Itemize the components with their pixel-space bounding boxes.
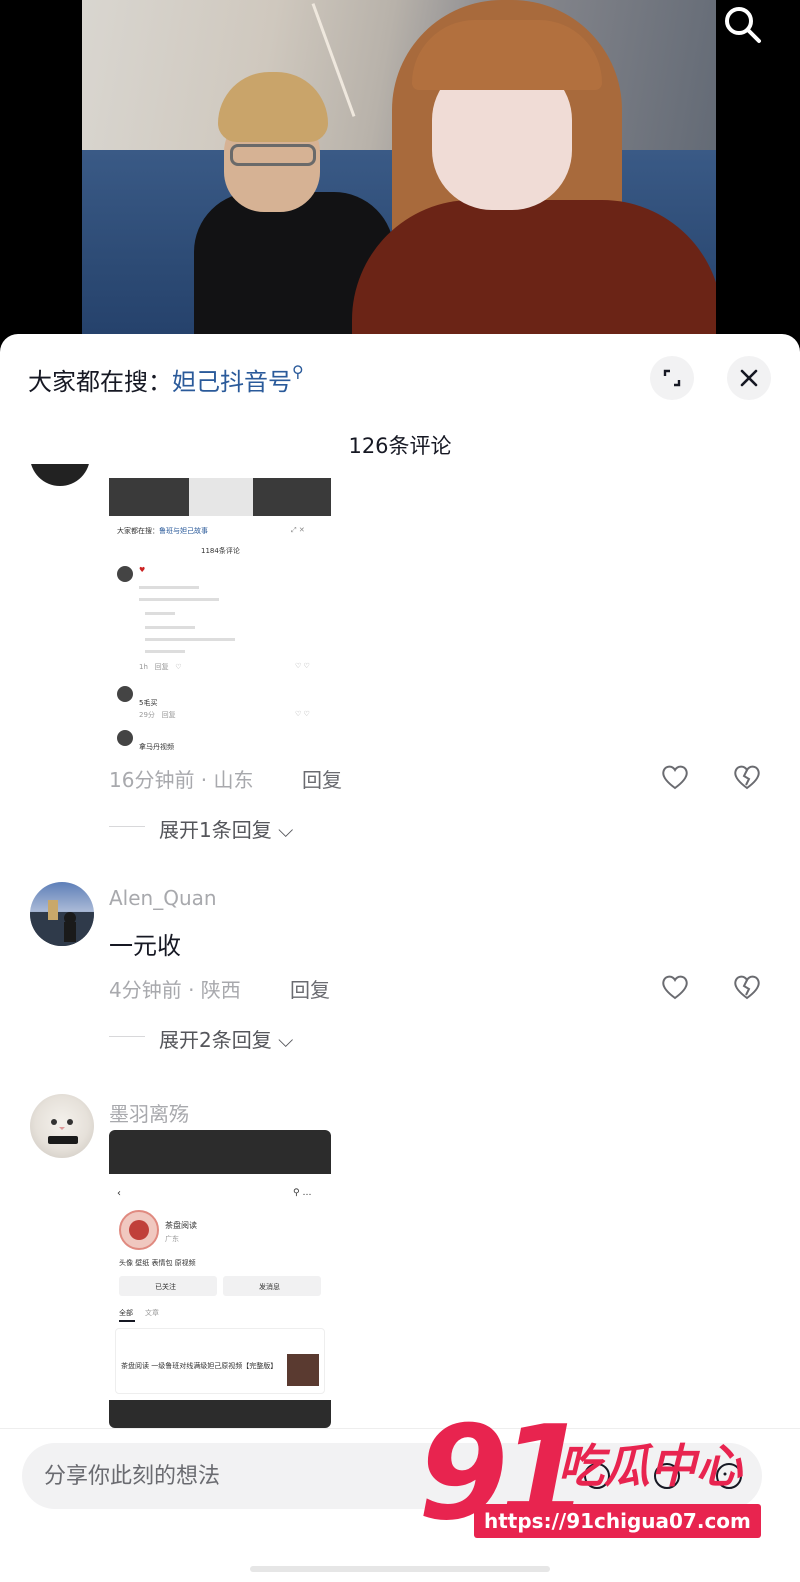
close-button[interactable] [727,356,771,400]
video-person-girl [352,0,716,345]
search-small-icon: ⚲ [292,362,304,381]
avatar-image [30,900,94,946]
expand-divider [109,826,145,827]
watermark-logo: 91 吃瓜中心 https://91chigua07.com [418,1408,778,1558]
expand-divider [109,1036,145,1037]
sheet-header: 大家都在搜：妲己抖音号⚲ [0,334,800,430]
image-comment-text-2: 拿马丹视频 [139,743,174,751]
image-comment-count: 1184条评论 [201,547,240,555]
chevron-down-icon: ⌵ [278,1028,294,1052]
image-post-text: 茶盘阅读 一级鲁班对线满级妲己原视频【完整版】 [121,1362,278,1370]
avatar-image [48,1119,78,1144]
expand-replies-button[interactable]: 展开1条回复 ⌵ [159,814,293,843]
avatar[interactable] [30,464,90,486]
comment-username[interactable]: 墨羽离殇 [109,1098,189,1127]
search-icon[interactable] [720,2,764,46]
video-player[interactable] [0,0,800,350]
comment-username[interactable]: Alen_Quan [109,886,217,910]
like-icon[interactable] [660,762,690,792]
comment-text: 一元收 [109,932,181,960]
search-suggestion-prefix: 大家都在搜： [28,368,172,396]
image-search-keyword: 鲁班与妲己故事 [159,527,208,535]
image-tab-all: 全部 [119,1309,133,1317]
expand-replies-label: 展开2条回复 [159,1028,272,1052]
chevron-down-icon: ⌵ [278,818,294,842]
image-tab-text: 文章 [145,1309,159,1317]
comment-list[interactable]: 大家都在搜：鲁班与妲己故事 ⤢ ✕ 1184条评论 ♥ 1h 回复 ♡ ♡ ♡ … [0,464,800,1444]
image-account-name: 茶盘阅读 [165,1221,197,1230]
comment-image[interactable]: 大家都在搜：鲁班与妲己故事 ⤢ ✕ 1184条评论 ♥ 1h 回复 ♡ ♡ ♡ … [109,478,331,764]
comment-time-location: 16分钟前 · 山东 [109,768,254,792]
image-search-prefix: 大家都在搜： [117,527,159,535]
home-indicator [250,1566,550,1572]
expand-replies-label: 展开1条回复 [159,818,272,842]
image-message-label: 发消息 [259,1283,280,1291]
image-follow-label: 已关注 [155,1283,176,1291]
dislike-icon[interactable] [732,762,762,792]
image-comment-meta: 回复 [161,711,176,719]
image-comment-text-1: 5毛买 [139,699,158,707]
search-suggestion[interactable]: 大家都在搜：妲己抖音号⚲ [28,362,304,397]
watermark-name: 吃瓜中心 [558,1439,742,1493]
dislike-icon[interactable] [732,972,762,1002]
reply-button[interactable]: 回复 [302,764,342,793]
comment-time-location: 4分钟前 · 陕西 [109,978,241,1002]
search-suggestion-keyword[interactable]: 妲己抖音号 [172,368,292,396]
expand-replies-button[interactable]: 展开2条回复 ⌵ [159,1024,293,1053]
expand-icon [663,369,681,387]
avatar[interactable] [30,882,94,946]
comment-image[interactable]: ‹ ⚲ … 茶盘阅读 广东 头像 壁纸 表情包 原视频 已关注 发消息 全部 文… [109,1130,331,1428]
image-account-tags: 头像 壁纸 表情包 原视频 [119,1259,196,1267]
like-icon[interactable] [660,972,690,1002]
comment-count: 126条评论 [348,434,452,458]
comment-sheet: 大家都在搜：妲己抖音号⚲ 126条评论 大家都在搜：鲁班与妲己故事 ⤢ ✕ 11… [0,334,800,1582]
close-icon [740,369,758,387]
watermark-url: https://91chigua07.com [474,1504,761,1538]
reply-button[interactable]: 回复 [290,974,330,1003]
avatar[interactable] [30,1094,94,1158]
video-frame [82,0,716,345]
expand-button[interactable] [650,356,694,400]
image-account-location: 广东 [165,1235,179,1243]
